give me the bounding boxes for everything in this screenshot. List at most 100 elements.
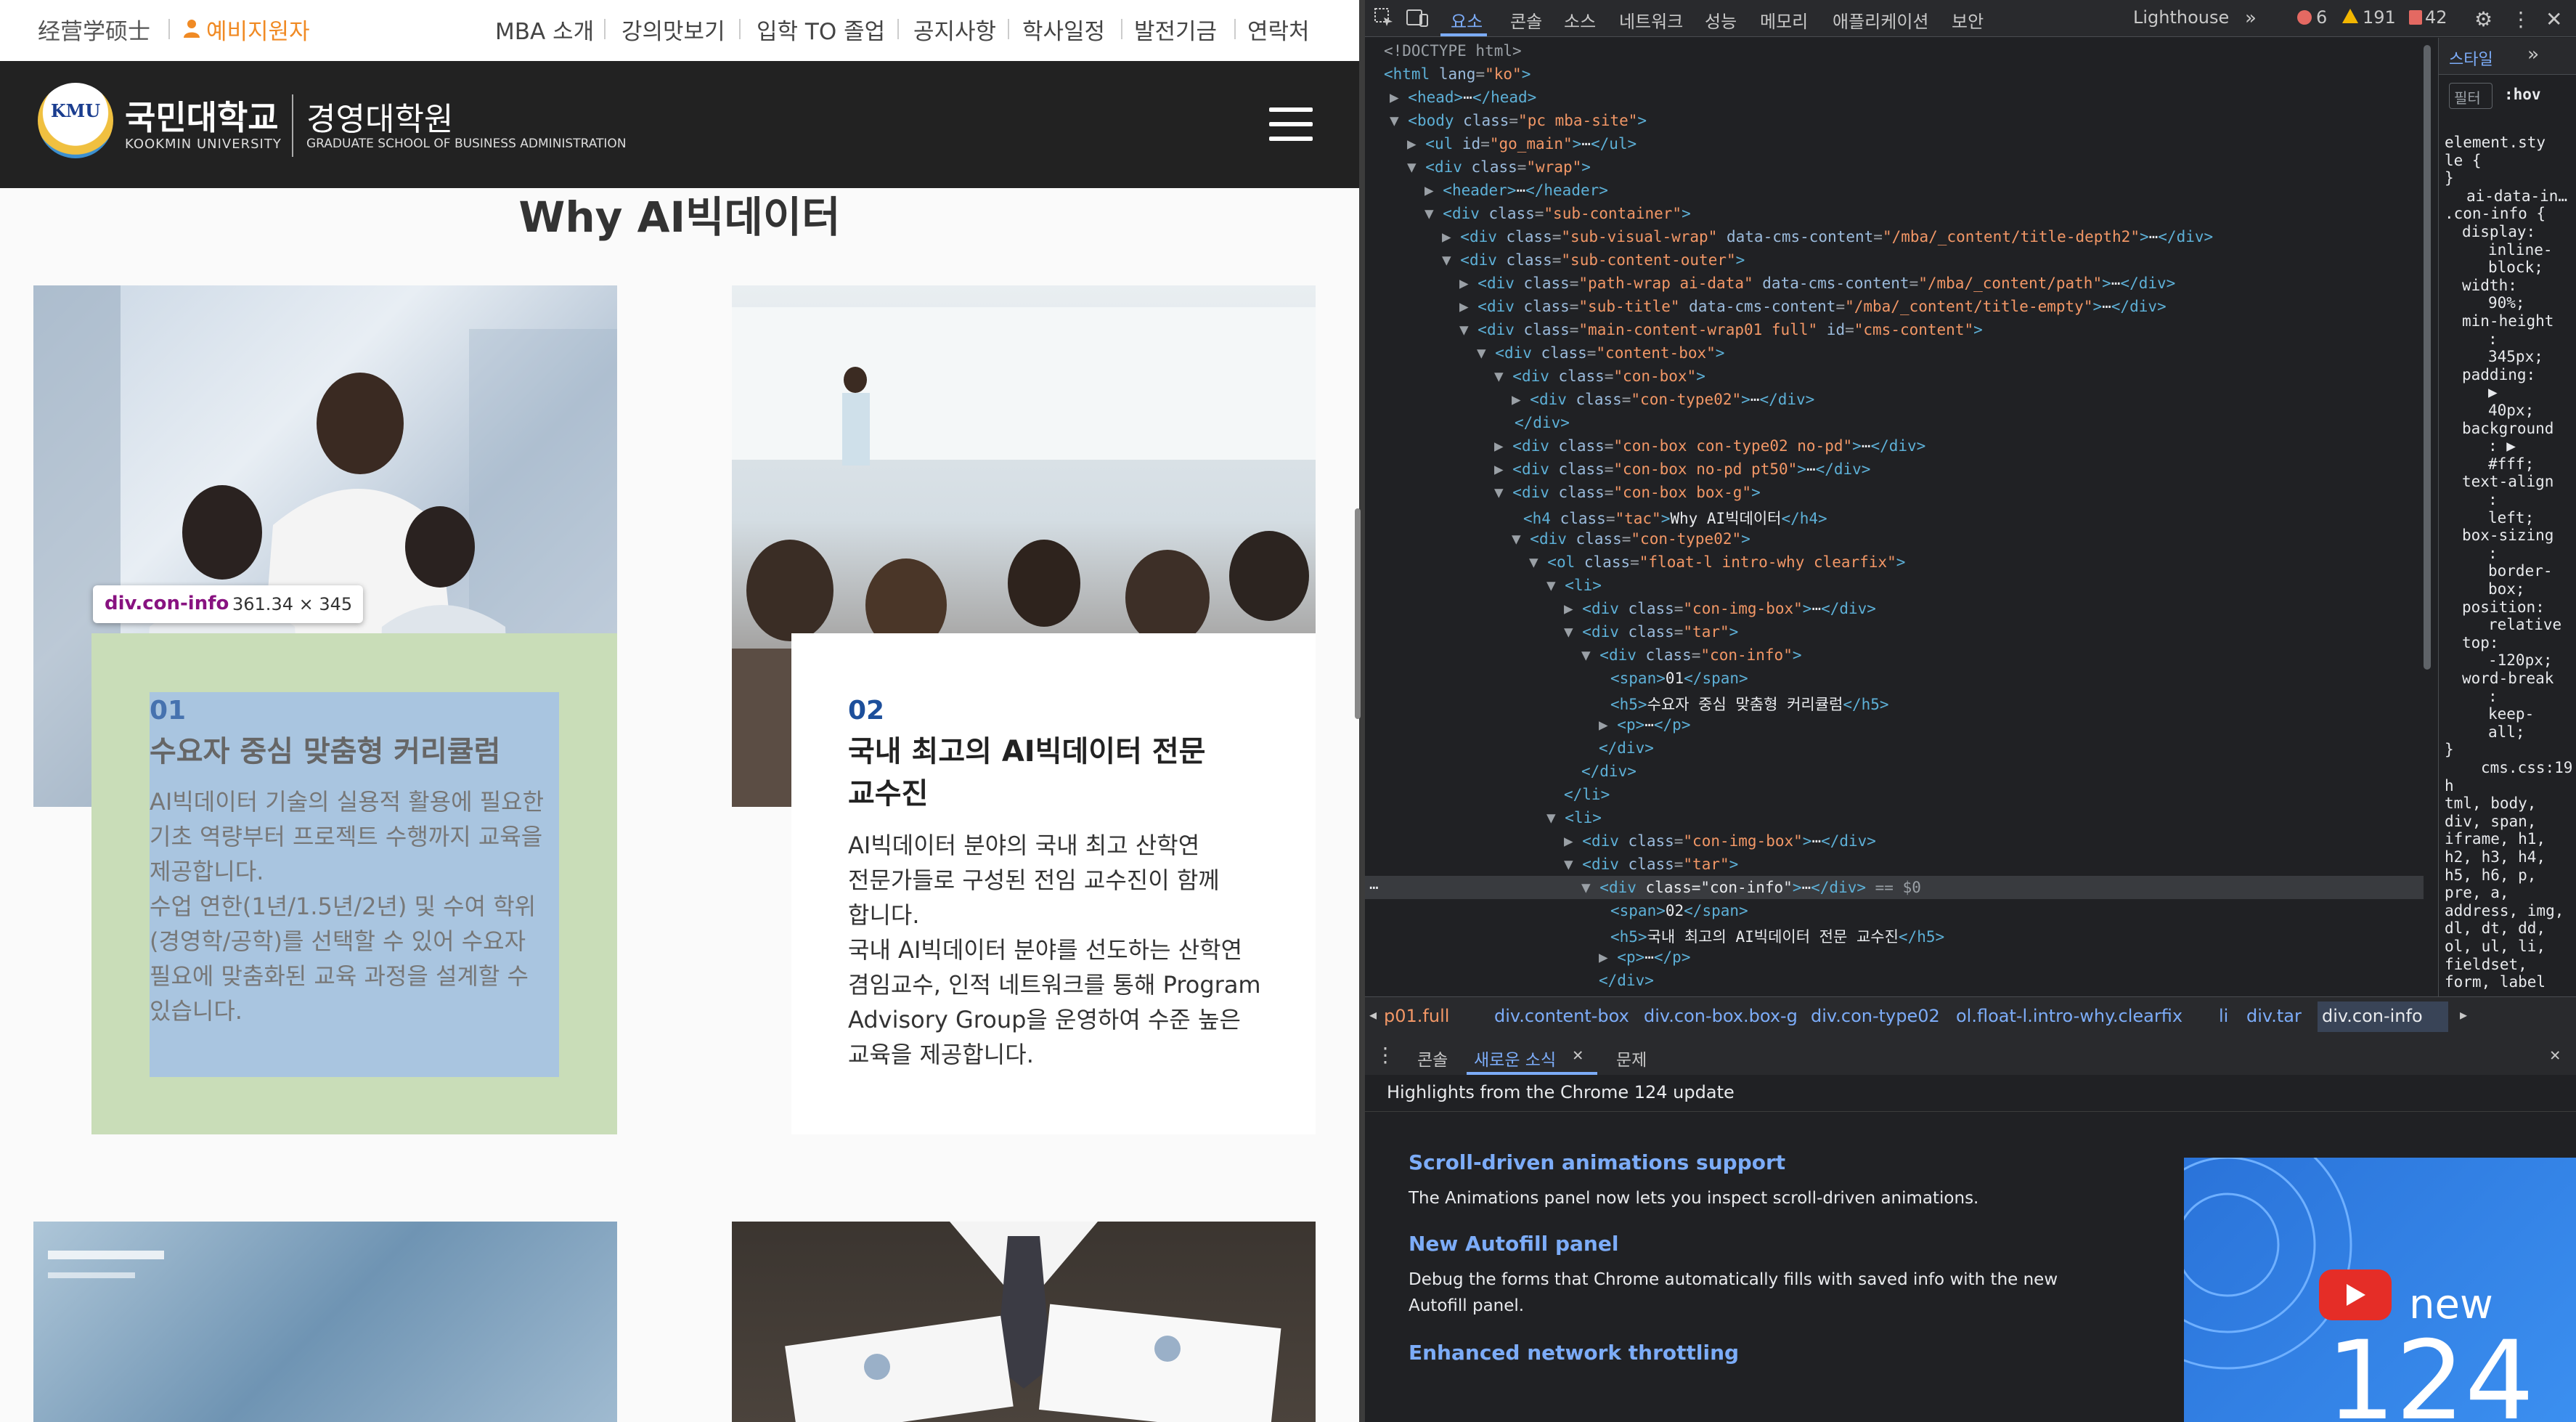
style-line[interactable]: element.sty: [2445, 134, 2546, 151]
dom-line[interactable]: ▶ <div class="con-img-box">⋯</div>: [1564, 600, 1876, 617]
menu-icon[interactable]: [1269, 107, 1313, 142]
youtube-play-icon[interactable]: [2319, 1269, 2392, 1320]
style-line[interactable]: }: [2445, 169, 2454, 187]
style-line[interactable]: width:: [2462, 277, 2517, 294]
crumb-item[interactable]: div.content-box: [1494, 1006, 1629, 1026]
dom-line[interactable]: ▼ <div class="con-box">: [1494, 367, 1705, 385]
menu-mba-intro[interactable]: MBA 소개: [495, 13, 594, 46]
style-line[interactable]: 345px;: [2488, 348, 2543, 365]
tab-sources[interactable]: 소스: [1564, 7, 1596, 33]
menu-admission-graduation[interactable]: 입학 TO 졸업: [757, 13, 885, 46]
dom-line[interactable]: ▶ <div class="sub-visual-wrap" data-cms-…: [1442, 228, 2213, 245]
device-toolbar-icon[interactable]: [1406, 7, 1429, 31]
style-line[interactable]: h2, h3, h4,: [2445, 848, 2546, 866]
dom-line[interactable]: ▼ <div class="wrap">: [1407, 158, 1591, 176]
crumb-item[interactable]: div.con-type02: [1811, 1006, 1940, 1026]
dom-line[interactable]: </div>: [1581, 763, 1637, 780]
dom-line[interactable]: <span>02</span>: [1610, 902, 1748, 919]
dom-line[interactable]: ▶ <div class="path-wrap ai-data" data-cm…: [1459, 275, 2175, 292]
style-line[interactable]: ai-data-in…: [2466, 187, 2567, 205]
dom-line[interactable]: ▼ <div class="sub-content-outer">: [1442, 251, 1745, 269]
style-line[interactable]: tml, body,: [2445, 795, 2536, 812]
drawer-tab-console[interactable]: 콘솔: [1417, 1046, 1448, 1070]
style-line[interactable]: padding:: [2462, 366, 2535, 383]
tab-lighthouse[interactable]: Lighthouse: [2133, 7, 2229, 28]
dom-line[interactable]: ▶ <p>⋯</p>: [1599, 948, 1690, 966]
dom-line[interactable]: <h5>수요자 중심 맞춤형 커리큘럼</h5>: [1610, 693, 1889, 715]
menu-notices[interactable]: 공지사항: [913, 13, 996, 46]
style-line[interactable]: relative: [2488, 616, 2561, 633]
style-line[interactable]: }: [2445, 741, 2454, 758]
style-line[interactable]: 40px;: [2488, 402, 2534, 419]
dom-line[interactable]: ▶ <ul id="go_main">⋯</ul>: [1407, 135, 1637, 153]
dom-line[interactable]: ▼ <div class="content-box">: [1477, 344, 1724, 362]
dom-line[interactable]: <span>01</span>: [1610, 670, 1748, 687]
warning-count[interactable]: 191: [2363, 7, 2396, 28]
style-line[interactable]: -120px;: [2488, 651, 2553, 669]
dom-line[interactable]: ▶ <div class="sub-title" data-cms-conten…: [1459, 298, 2167, 315]
dom-line[interactable]: ▼ <div class="con-box box-g">: [1494, 484, 1761, 501]
settings-gear-icon[interactable]: ⚙: [2474, 7, 2493, 31]
style-line[interactable]: .con-info {: [2445, 205, 2546, 222]
dom-line[interactable]: <h5>국내 최고의 AI빅데이터 전문 교수진</h5>: [1610, 925, 1944, 947]
style-line[interactable]: display:: [2462, 223, 2535, 240]
style-line[interactable]: block;: [2488, 259, 2543, 276]
style-line[interactable]: ol, ul, li,: [2445, 938, 2546, 955]
tab-memory[interactable]: 메모리: [1760, 7, 1808, 33]
dom-line[interactable]: <h4 class="tac">Why AI빅데이터</h4>: [1523, 507, 1827, 529]
error-count[interactable]: 6: [2316, 7, 2327, 28]
style-line[interactable]: cms.css:19: [2481, 759, 2572, 776]
tab-application[interactable]: 애플리케이션: [1833, 7, 1928, 33]
style-line[interactable]: all;: [2488, 723, 2525, 741]
dom-line[interactable]: ▼ <ol class="float-l intro-why clearfix"…: [1529, 553, 1905, 571]
style-line[interactable]: background: [2462, 420, 2553, 437]
dom-line[interactable]: ▶ <div class="con-box con-type02 no-pd">…: [1494, 437, 1925, 455]
menu-contact[interactable]: 연락처: [1247, 13, 1310, 46]
dom-line[interactable]: ▶ <div class="con-img-box">⋯</div>: [1564, 832, 1876, 850]
dom-line[interactable]: ▼ <div class="main-content-wrap01 full" …: [1459, 321, 1983, 338]
style-line[interactable]: min-height: [2462, 312, 2553, 330]
style-line[interactable]: text-align: [2462, 473, 2553, 490]
style-line[interactable]: ▶: [2488, 383, 2498, 401]
styles-filter-input[interactable]: 필터: [2449, 83, 2493, 109]
style-line[interactable]: div, span,: [2445, 813, 2536, 830]
issues-count[interactable]: 42: [2425, 7, 2447, 28]
tab-performance[interactable]: 성능: [1705, 7, 1737, 33]
style-line[interactable]: :: [2488, 688, 2498, 705]
style-line[interactable]: #fff;: [2488, 455, 2534, 473]
style-line[interactable]: address, img,: [2445, 902, 2564, 919]
crumb-item-selected[interactable]: div.con-info: [2322, 1006, 2423, 1026]
dom-line[interactable]: ▼ <div class="tar">: [1564, 856, 1738, 873]
style-line[interactable]: h: [2445, 777, 2454, 795]
dom-line[interactable]: </div>: [1599, 972, 1654, 989]
prospective-applicant-link[interactable]: 예비지원자: [206, 13, 310, 46]
dom-line-selected[interactable]: ▼ <div class="con-info">⋯</div> == $0: [1581, 879, 1921, 896]
close-tab-icon[interactable]: ✕: [1573, 1044, 1583, 1065]
close-drawer-icon[interactable]: ✕: [2550, 1044, 2560, 1065]
tab-network[interactable]: 네트워크: [1619, 7, 1683, 33]
style-line[interactable]: pre, a,: [2445, 884, 2509, 901]
style-line[interactable]: dl, dt, dd,: [2445, 919, 2546, 937]
panel-splitter[interactable]: [1355, 0, 1365, 1422]
dom-line[interactable]: <html lang="ko">: [1384, 65, 1530, 83]
style-line[interactable]: :: [2488, 545, 2498, 562]
close-devtools-icon[interactable]: ✕: [2546, 7, 2562, 31]
tab-elements[interactable]: 요소: [1451, 7, 1483, 33]
crumb-item[interactable]: div.con-box.box-g: [1644, 1006, 1798, 1026]
dom-line[interactable]: <!DOCTYPE html>: [1384, 42, 1522, 60]
warning-icon[interactable]: [2342, 9, 2358, 23]
style-line[interactable]: : ▶: [2488, 437, 2516, 455]
issues-icon[interactable]: [2409, 10, 2422, 25]
release-video-thumbnail[interactable]: new 124: [2184, 1158, 2576, 1422]
tab-security[interactable]: 보안: [1952, 7, 1984, 33]
style-line[interactable]: inline-: [2488, 241, 2553, 259]
crumb-item[interactable]: p01.full: [1384, 1006, 1449, 1026]
feature-title[interactable]: Enhanced network throttling: [1409, 1341, 1739, 1365]
dom-line[interactable]: ▼ <body class="pc mba-site">: [1390, 112, 1647, 129]
dom-line[interactable]: ▶ <head>⋯</head>: [1390, 89, 1536, 106]
menu-lecture-preview[interactable]: 강의맛보기: [621, 13, 725, 46]
style-line[interactable]: position:: [2462, 598, 2545, 616]
style-line[interactable]: box-sizing: [2462, 527, 2553, 544]
dom-line[interactable]: </div>: [1515, 414, 1570, 431]
more-tabs-icon[interactable]: »: [2245, 7, 2257, 29]
